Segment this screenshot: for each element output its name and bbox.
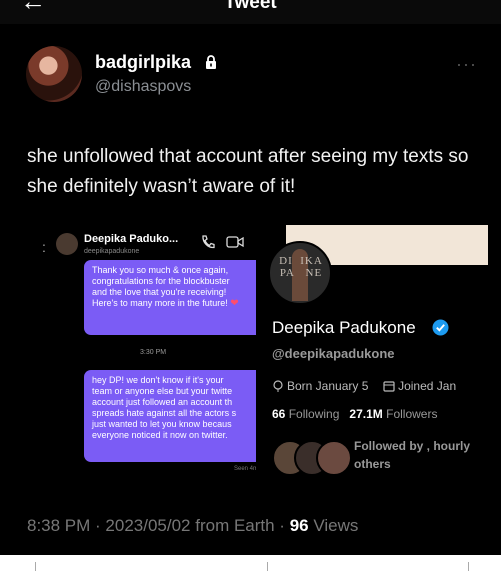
followed-by-avatars xyxy=(272,440,352,476)
followers-count: 27.1M xyxy=(349,407,383,421)
followed-by-text: Followed by , hourly others xyxy=(354,439,471,471)
calendar-icon xyxy=(383,381,395,392)
following-label: Following xyxy=(288,407,340,421)
divider xyxy=(35,562,36,571)
dm-message-text: Thank you so much & once again, congratu… xyxy=(92,265,230,308)
profile-stats: 66 Following 27.1M Followers xyxy=(272,407,437,421)
mini-avatar xyxy=(316,440,352,476)
top-bar: ← Tweet xyxy=(0,0,501,24)
divider xyxy=(267,562,268,571)
profile-meta: Born January 5 Joined Jan xyxy=(272,379,456,393)
profile-joined: Joined Jan xyxy=(398,379,457,393)
profile-card-screenshot: DI IKA PA NE Deepika Padukone @deepikapa… xyxy=(256,225,488,495)
lock-icon xyxy=(206,55,216,69)
dm-message-sent: hey DP! we don't know if it's your team … xyxy=(84,370,270,462)
author-avatar[interactable] xyxy=(26,46,82,102)
bottom-strip xyxy=(0,555,501,571)
heart-emoji: ❤ xyxy=(230,298,239,309)
profile-handle: @deepikapadukone xyxy=(272,346,395,361)
dm-screenshot: : Deepika Paduko... deepikapadukone Than… xyxy=(42,225,292,495)
phone-icon xyxy=(202,235,215,249)
profile-name: Deepika Padukone xyxy=(272,318,416,337)
balloon-icon xyxy=(273,380,283,392)
dm-contact-avatar xyxy=(56,233,78,255)
tweet-screen: ← Tweet badgirlpika @dishaspovs ··· she … xyxy=(0,0,501,555)
tweet-meta: 8:38 PM · 2023/05/02 from Earth · 96 Vie… xyxy=(27,516,358,536)
followers-label: Followers xyxy=(386,407,438,421)
dm-contact-handle: deepikapadukone xyxy=(84,248,140,255)
video-call-icon xyxy=(226,236,244,248)
page-title: Tweet xyxy=(224,0,277,13)
dm-seen-status: Seen 4m xyxy=(234,466,259,472)
divider xyxy=(468,562,469,571)
author-handle[interactable]: @dishaspovs xyxy=(95,78,191,96)
tweet-text: she unfollowed that account after seeing… xyxy=(27,146,469,197)
views-count[interactable]: 96 xyxy=(290,516,309,535)
more-options-icon[interactable]: ··· xyxy=(456,54,477,75)
embedded-image[interactable]: : Deepika Paduko... deepikapadukone Than… xyxy=(28,225,488,495)
more-vertical-icon: : xyxy=(42,239,46,255)
avatar-logo-text: DI IKA PA NE xyxy=(279,255,323,279)
dm-timestamp: 3:30 PM xyxy=(140,349,167,356)
following-count: 66 xyxy=(272,407,286,421)
dm-message-received: Thank you so much & once again, congratu… xyxy=(84,260,270,335)
verified-badge-icon xyxy=(432,319,449,336)
author-display-name[interactable]: badgirlpika xyxy=(95,52,191,73)
tweet-timestamp: 8:38 PM · 2023/05/02 from Earth · xyxy=(27,516,290,535)
profile-birthday: Born January 5 xyxy=(287,379,369,393)
profile-avatar: DI IKA PA NE xyxy=(268,241,332,305)
views-label: Views xyxy=(308,516,359,535)
dm-contact-name: Deepika Paduko... xyxy=(84,233,179,245)
